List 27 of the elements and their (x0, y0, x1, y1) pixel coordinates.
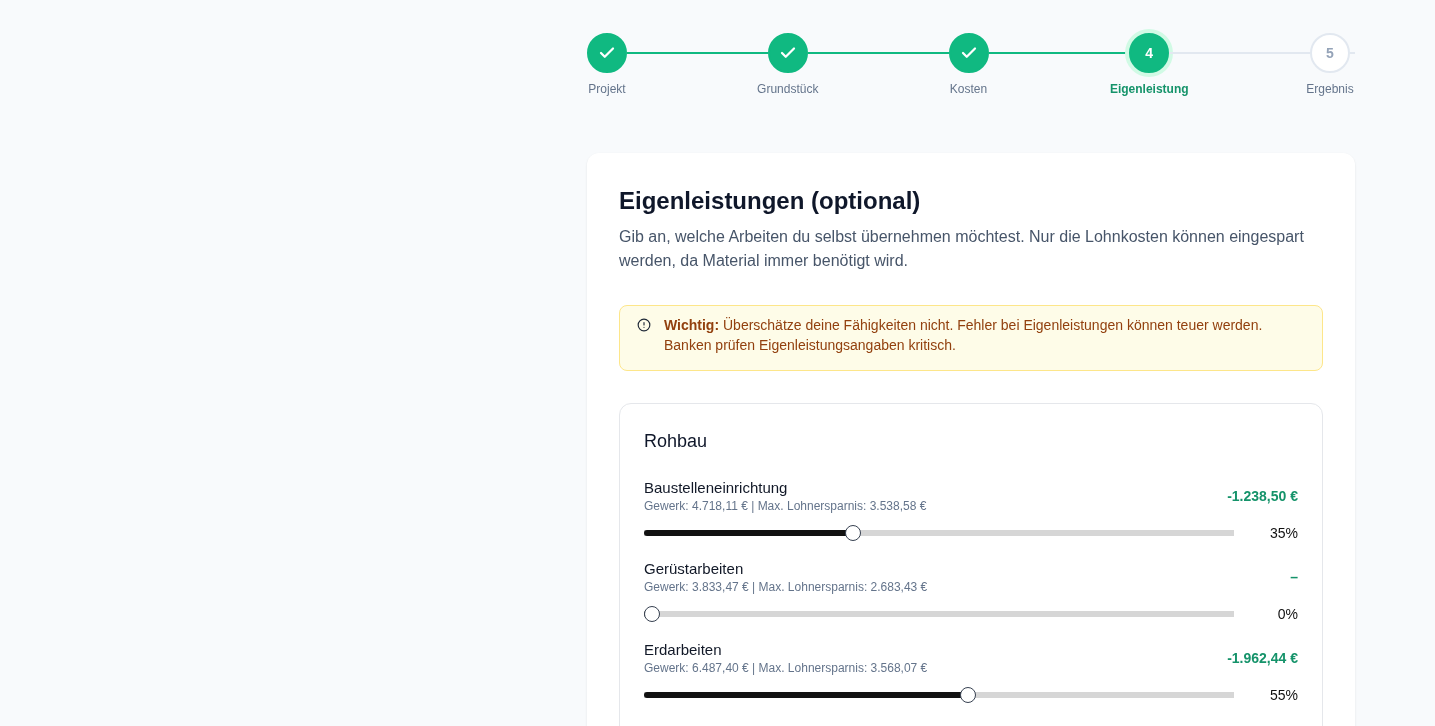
percent-value: 0% (1276, 605, 1298, 624)
step-label: Kosten (949, 81, 988, 97)
percent-value: 35% (1268, 524, 1298, 543)
alert-icon (637, 318, 651, 332)
section-title: Rohbau (644, 430, 709, 453)
item-details: Gewerk: 3.833,47 € | Max. Lohnersparnis: 2.683,43 € (644, 579, 928, 595)
saving-amount: – (1290, 568, 1298, 587)
step-label: Grundstück (757, 81, 819, 97)
step-number: 5 (1310, 33, 1350, 73)
item-name: Erdarbeiten (644, 640, 723, 660)
percent-value: 55% (1268, 686, 1298, 705)
slider-thumb[interactable] (844, 525, 861, 541)
step-label: Projekt (588, 81, 626, 97)
saving-amount: -1.238,50 € (1227, 487, 1298, 506)
item-details: Gewerk: 4.718,11 € | Max. Lohnersparnis: 3.538,58 € (644, 498, 927, 514)
step-number: 4 (1129, 33, 1170, 73)
step-label: Ergebnis (1306, 81, 1354, 97)
item-details: Gewerk: 6.487,40 € | Max. Lohnersparnis: 3.568,07 € (644, 660, 928, 676)
card-title: Eigenleistungen (optional) (619, 186, 922, 216)
step-label: Eigenleistung (1109, 81, 1189, 97)
slider-thumb[interactable] (959, 687, 976, 703)
slider-thumb[interactable] (644, 606, 660, 622)
warning-text: Wichtig: Überschätze deine Fähigkeiten nicht. Fehler bei Eigenleistungen können teuer werden. Banken prüfen Eigenleistungsangaben kritisch. (664, 316, 1264, 355)
item-name: Gerüstarbeiten (644, 559, 745, 579)
item-name: Baustelleneinrichtung (644, 478, 789, 498)
card-description: Gib an, welche Arbeiten du selbst übernehmen möchtest. Nur die Lohnkosten können eingespart werden, da Material immer benötigt wird. (619, 227, 1305, 271)
saving-amount: -1.962,44 € (1227, 649, 1298, 668)
